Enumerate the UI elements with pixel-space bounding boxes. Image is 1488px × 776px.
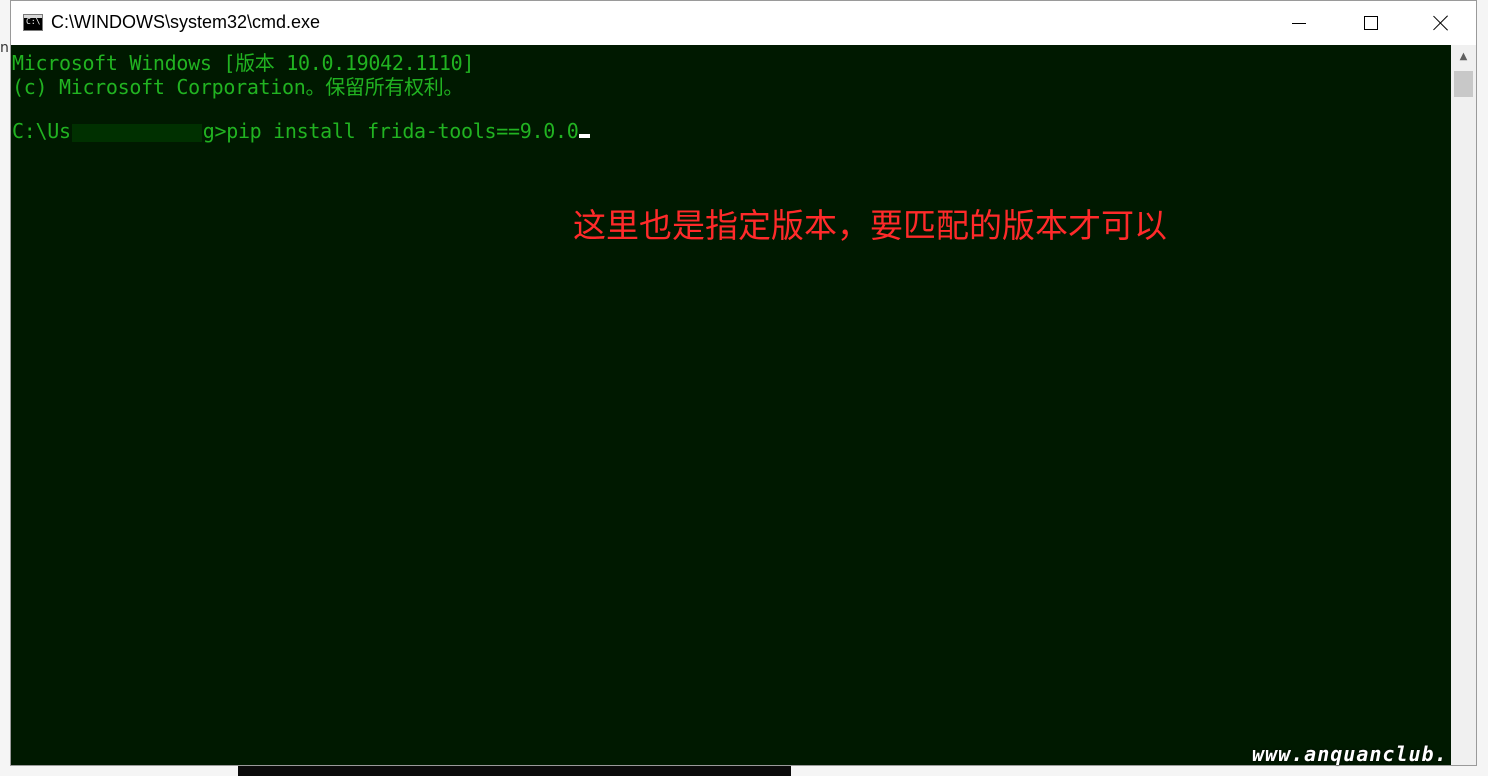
watermark: www.anquanclub. [1252,742,1448,766]
console-output[interactable]: Microsoft Windows [版本 10.0.19042.1110] (… [11,45,1451,765]
window-title: C:\WINDOWS\system32\cmd.exe [51,12,321,32]
console-line-prompt: C:\Us g>pip install frida-tools==9.0.0 [12,119,591,143]
close-icon [1433,15,1449,31]
annotation-text: 这里也是指定版本，要匹配的版本才可以 [573,206,1167,245]
prompt-suffix: g> [202,119,227,143]
redacted-username [71,123,202,142]
vertical-scrollbar[interactable]: ▲ [1451,45,1476,765]
close-button[interactable] [1406,1,1476,45]
cmd-window: C:\ C:\WINDOWS\system32\cmd.exe Microsof… [10,0,1477,766]
chevron-up-icon: ▲ [1459,50,1468,62]
maximize-button[interactable] [1336,1,1406,45]
scroll-thumb[interactable] [1454,71,1473,97]
title-bar[interactable]: C:\ C:\WINDOWS\system32\cmd.exe [11,1,1476,45]
maximize-icon [1364,16,1378,30]
scroll-up-button[interactable]: ▲ [1451,45,1476,67]
minimize-icon [1292,22,1306,24]
cmd-icon[interactable]: C:\ [23,14,43,31]
command-text: pip install frida-tools==9.0.0 [226,119,579,143]
minimize-button[interactable] [1264,1,1334,45]
text-cursor [579,134,591,138]
prompt-prefix: C:\Us [12,119,71,143]
console-line-copyright: (c) Microsoft Corporation。保留所有权利。 [12,75,464,99]
